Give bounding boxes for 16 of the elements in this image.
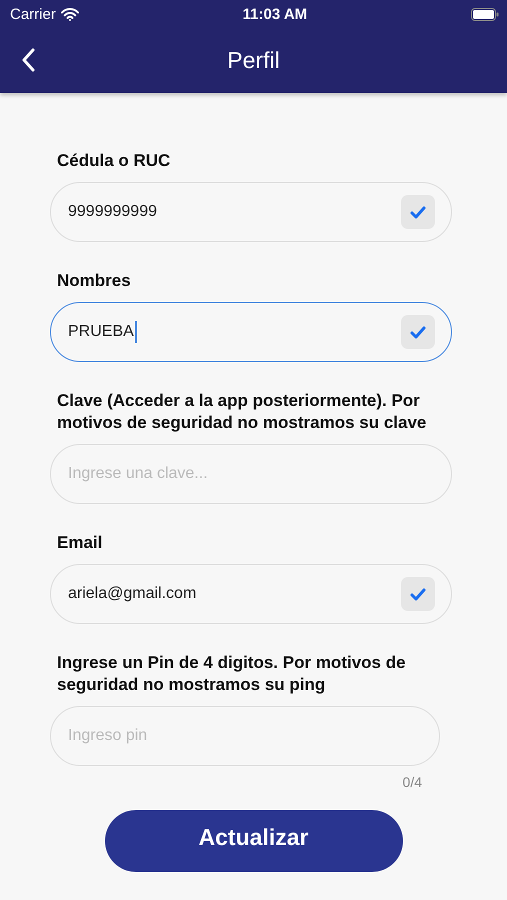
update-button[interactable]: Actualizar [104,810,402,872]
status-time: 11:03 AM [242,6,308,22]
field-label: Cédula o RUC [56,150,172,172]
character-counter: 0/4 [402,774,422,790]
carrier-label: Carrier [10,6,56,22]
input-field[interactable]: PRUEBA [50,302,452,362]
input-field[interactable]: ariela@gmail.com [50,564,452,624]
field-label: Nombres [56,270,132,292]
battery-icon [470,8,499,20]
field-label: Ingrese un Pin de 4 digitos. Por motivos de seguridad no mostramos su ping [56,652,407,696]
text-cursor [134,321,137,343]
input-field[interactable]: 9999999999 [50,182,452,242]
wifi-icon [60,8,79,20]
field-label: Clave (Acceder a la app posteriormente). Por motivos de seguridad no mostramos su clave [56,390,428,434]
field-label: Email [56,532,104,554]
page-title: Perfil [227,47,280,74]
